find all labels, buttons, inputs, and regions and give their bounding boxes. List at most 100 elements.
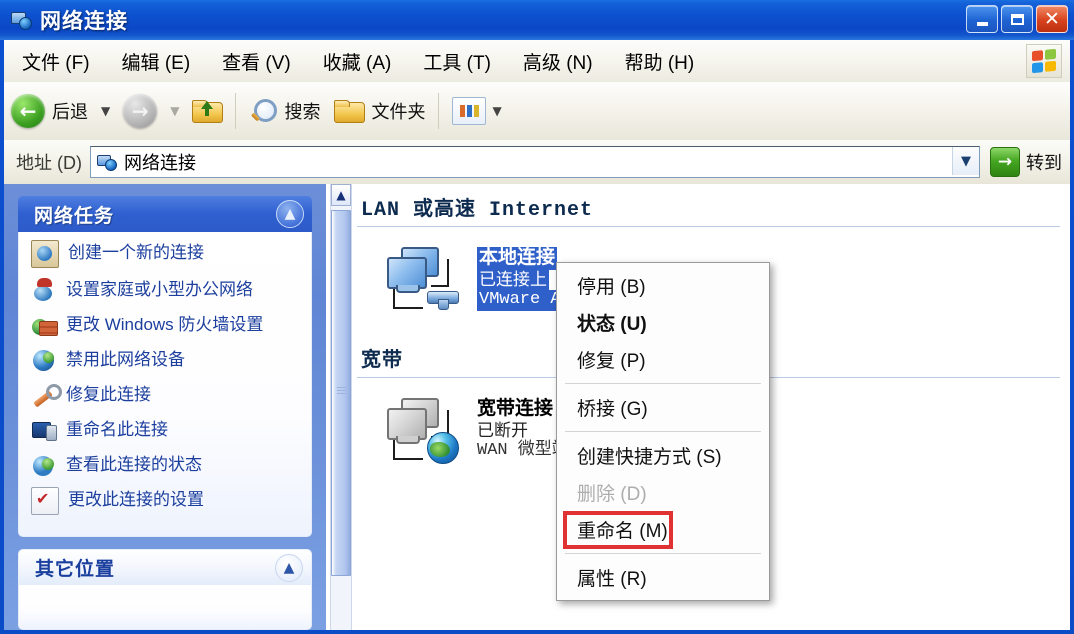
minimize-button[interactable]	[966, 5, 998, 33]
toolbar-separator-2	[438, 93, 440, 129]
other-places-body	[18, 585, 312, 630]
back-dropdown-icon[interactable]: ▼	[101, 104, 110, 118]
chevron-down-icon[interactable]: ▼	[952, 147, 979, 175]
context-menu: 停用 (B) 状态 (U) 修复 (P) 桥接 (G) 创建快捷方式 (S) 删…	[556, 262, 770, 601]
menu-help[interactable]: 帮助 (H)	[611, 44, 709, 79]
scroll-up-button[interactable]: ▲	[331, 184, 351, 206]
connection-name: 宽带连接	[477, 398, 554, 420]
network-tasks-panel: 网络任务 ▲ 创建一个新的连接 设置家庭或小型办公网络 更改 Windows 防…	[18, 196, 312, 537]
sidebar-item-view-status[interactable]: 查看此连接的状态	[31, 452, 301, 478]
context-menu-item-status[interactable]: 状态 (U)	[557, 304, 769, 341]
close-button[interactable]: ✕	[1036, 5, 1068, 33]
forward-arrow-icon: →	[123, 94, 158, 128]
firewall-icon	[31, 312, 58, 338]
toolbar: ← 后退 ▼ → ▼ 搜索 文件夹 ▼	[4, 82, 1070, 141]
chevron-up-icon[interactable]: ▲	[275, 553, 303, 582]
status-icon	[31, 452, 57, 478]
globe-icon	[427, 432, 459, 464]
address-input[interactable]: 网络连接 ▼	[90, 146, 980, 178]
properties-highlight-annotation	[563, 511, 673, 549]
sidebar-item-label: 更改 Windows 防火墙设置	[66, 315, 264, 334]
context-menu-item-delete: 删除 (D)	[577, 484, 647, 505]
sidebar-item-change-settings[interactable]: 更改此连接的设置	[31, 487, 301, 515]
network-tasks-title: 网络任务	[34, 205, 115, 227]
other-places-panel: 其它位置 ▲	[18, 549, 312, 630]
search-button[interactable]: 搜索	[242, 89, 327, 133]
back-label: 后退	[52, 102, 88, 122]
sidebar-item-label: 创建一个新的连接	[68, 243, 204, 262]
context-menu-separator	[565, 383, 761, 384]
context-menu-item-disable[interactable]: 停用 (B)	[557, 267, 769, 304]
network-plug-icon	[427, 287, 459, 310]
views-button[interactable]: ▼	[445, 89, 514, 133]
folder-icon	[334, 99, 366, 123]
connection-status: 已断开	[477, 420, 528, 440]
up-folder-button[interactable]	[185, 89, 229, 133]
address-label: 地址 (D)	[16, 153, 82, 173]
views-dropdown-icon[interactable]: ▼	[492, 104, 501, 118]
forward-button[interactable]: →	[116, 89, 164, 133]
other-places-title: 其它位置	[35, 559, 116, 580]
sidebar-item-setup-home-network[interactable]: 设置家庭或小型办公网络	[31, 277, 301, 303]
sidebar-item-label: 设置家庭或小型办公网络	[66, 280, 253, 299]
sidebar-item-disable-device[interactable]: 禁用此网络设备	[31, 347, 301, 373]
go-button[interactable]: → 转到	[990, 147, 1062, 177]
views-icon	[452, 97, 487, 125]
back-arrow-icon: ←	[11, 94, 45, 128]
folders-button[interactable]: 文件夹	[327, 89, 432, 133]
window-title: 网络连接	[40, 10, 128, 33]
network-connections-icon	[10, 9, 32, 31]
menu-tools[interactable]: 工具 (T)	[409, 44, 505, 79]
sidebar-item-label: 更改此连接的设置	[68, 490, 204, 509]
window-controls: ✕	[966, 5, 1068, 33]
connection-name: 本地连接	[477, 247, 558, 270]
group-header-lan: LAN 或高速 Internet	[361, 199, 594, 222]
back-button[interactable]: ← 后退	[4, 89, 95, 133]
title-bar: 网络连接 ✕	[0, 0, 1074, 40]
sidebar-item-firewall-settings[interactable]: 更改 Windows 防火墙设置	[31, 312, 301, 338]
sidebar-item-rename-connection[interactable]: 重命名此连接	[31, 417, 301, 443]
context-menu-item-bridge[interactable]: 桥接 (G)	[557, 389, 769, 426]
context-menu-item-repair[interactable]: 修复 (P)	[557, 341, 769, 378]
go-label: 转到	[1026, 153, 1062, 173]
maximize-button[interactable]	[1001, 5, 1033, 33]
scrollbar-grip	[337, 387, 346, 397]
other-places-header[interactable]: 其它位置 ▲	[18, 549, 312, 585]
windows-flag-icon	[1026, 44, 1062, 78]
menu-advanced[interactable]: 高级 (N)	[509, 44, 607, 79]
menu-view[interactable]: 查看 (V)	[208, 44, 305, 79]
client-area: 网络任务 ▲ 创建一个新的连接 设置家庭或小型办公网络 更改 Windows 防…	[4, 184, 1070, 630]
repair-icon	[31, 382, 62, 408]
context-menu-item-create-shortcut[interactable]: 创建快捷方式 (S)	[557, 437, 769, 474]
address-network-icon	[97, 153, 117, 171]
menu-edit[interactable]: 编辑 (E)	[108, 44, 205, 79]
task-pane: 网络任务 ▲ 创建一个新的连接 设置家庭或小型办公网络 更改 Windows 防…	[4, 184, 326, 630]
broadband-connection-icon	[383, 394, 465, 466]
context-menu-item-properties[interactable]: 属性 (R)	[557, 559, 769, 596]
lan-connection-icon	[383, 243, 465, 315]
forward-dropdown-icon: ▼	[170, 104, 180, 118]
sidebar-item-label: 重命名此连接	[66, 420, 168, 439]
sidebar-item-label: 修复此连接	[66, 385, 151, 404]
network-tasks-body: 创建一个新的连接 设置家庭或小型办公网络 更改 Windows 防火墙设置 禁用…	[18, 232, 312, 537]
sidebar-item-repair-connection[interactable]: 修复此连接	[31, 382, 301, 408]
rename-icon	[31, 417, 57, 443]
menu-file[interactable]: 文件 (F)	[8, 44, 104, 79]
toolbar-separator	[235, 93, 237, 129]
vertical-scrollbar[interactable]: ▲	[330, 184, 352, 630]
menu-bar: 文件 (F) 编辑 (E) 查看 (V) 收藏 (A) 工具 (T) 高级 (N…	[4, 40, 1070, 83]
connection-status: 已连接上	[477, 269, 549, 291]
chevron-up-icon[interactable]: ▲	[276, 200, 304, 228]
search-label: 搜索	[284, 102, 321, 122]
folders-label: 文件夹	[371, 102, 426, 122]
network-tasks-header[interactable]: 网络任务 ▲	[18, 196, 312, 232]
address-value: 网络连接	[124, 153, 196, 173]
search-icon	[249, 98, 278, 124]
network-connections-window: 网络连接 ✕ 文件 (F) 编辑 (E) 查看 (V) 收藏 (A) 工具 (T…	[0, 0, 1074, 634]
context-menu-separator	[565, 553, 761, 554]
sidebar-item-create-connection[interactable]: 创建一个新的连接	[31, 240, 301, 268]
menu-favorites[interactable]: 收藏 (A)	[309, 44, 406, 79]
sidebar-item-label: 禁用此网络设备	[66, 350, 185, 369]
sidebar-item-label: 查看此连接的状态	[66, 455, 202, 474]
scrollbar-thumb[interactable]	[331, 210, 351, 576]
